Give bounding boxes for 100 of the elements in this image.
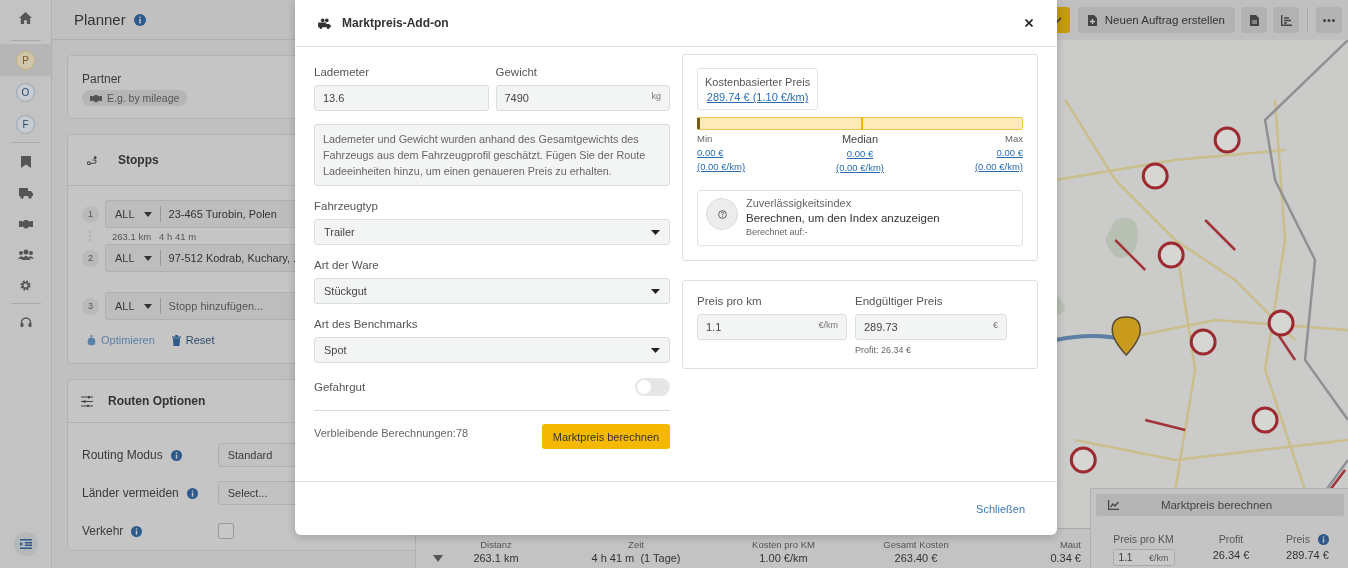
leg-time: 4 h 41 m	[159, 230, 197, 242]
card-title: Routen Optionen	[108, 394, 206, 408]
reliability-message: Berechnen, um den Index anzuzeigen	[746, 212, 940, 224]
stop-number: 1	[82, 205, 99, 223]
home-icon[interactable]	[19, 12, 32, 24]
close-link[interactable]: Schließen	[976, 502, 1025, 515]
reliability-date: Berechnet auf:-	[746, 227, 809, 237]
option-label: Verkehr	[82, 524, 124, 538]
field-label: Lademeter	[314, 66, 370, 78]
stop-number: 2	[82, 249, 99, 267]
range-label: Min	[697, 133, 714, 144]
summary-label: Zeit	[628, 539, 644, 550]
close-icon[interactable]	[1025, 19, 1033, 27]
card-title: Stopps	[118, 153, 159, 167]
weight-field[interactable]: 7490 kg	[495, 85, 670, 111]
dialog-title: Marktpreis-Add-on	[342, 16, 449, 30]
truck-icon	[318, 17, 331, 29]
price-value: 26.34 €	[1212, 549, 1250, 561]
price-input[interactable]: 1.1 €/km	[1112, 549, 1175, 566]
bookmark-icon[interactable]	[20, 156, 31, 168]
indent-icon[interactable]	[19, 539, 32, 549]
more-button[interactable]	[1316, 7, 1342, 33]
calculate-button[interactable]: Marktpreis berechnen	[1096, 494, 1344, 516]
range-per-km-link[interactable]: (0.00 €/km)	[974, 161, 1023, 172]
loading-meter-field[interactable]: 13.6	[314, 85, 489, 111]
summary-label: Distanz	[480, 539, 512, 550]
sliders-icon	[81, 395, 93, 407]
summary-label: Maut	[1059, 539, 1081, 550]
leg-distance: 263.1 km	[112, 230, 152, 242]
range-price-link[interactable]: 0.00 €	[846, 148, 874, 159]
range-label: Max	[1005, 133, 1023, 144]
caret-down-icon	[651, 347, 660, 353]
reset-button[interactable]: Reset	[171, 334, 215, 346]
select-field[interactable]: Stückgut	[314, 278, 670, 304]
cost-price-link[interactable]: 289.74 € (1.10 €/km)	[706, 91, 809, 103]
route-icon	[87, 155, 98, 165]
toggle-switch[interactable]	[635, 378, 670, 396]
price-label: Preis	[1286, 533, 1329, 545]
chart-button[interactable]	[1273, 7, 1299, 33]
caret-down-icon	[651, 288, 660, 294]
remaining-count: Verbleibende Berechnungen:78	[314, 427, 469, 439]
profit-text: Profit: 26.34 €	[855, 345, 913, 355]
line-chart-icon	[1108, 500, 1119, 510]
range-label: Median	[841, 133, 879, 145]
caret-down-icon	[143, 303, 152, 309]
reliability-title: Zuverlässigkeitsindex	[746, 197, 853, 209]
calculate-button[interactable]: Marktpreis berechnen	[542, 424, 670, 449]
partner-chip[interactable]: E.g. by mileage	[82, 90, 188, 106]
final-price-field[interactable]: 289.73 €	[855, 314, 1007, 340]
option-label: Routing Modus	[82, 448, 163, 462]
trash-icon	[171, 334, 181, 346]
profile-tab[interactable]: P	[0, 44, 51, 76]
price-per-km-field[interactable]: 1.1 €/km	[697, 314, 847, 340]
select-field[interactable]: Trailer	[314, 219, 670, 245]
more-icon	[1323, 18, 1335, 22]
document-button[interactable]	[1241, 7, 1267, 33]
info-icon[interactable]	[170, 449, 182, 461]
field-label: Gefahrgut	[314, 381, 366, 393]
range-price-link[interactable]: 0.00 €	[697, 147, 806, 158]
field-label: Art der Ware	[314, 259, 380, 271]
summary-value: 263.1 km	[473, 552, 519, 564]
create-order-button[interactable]: Neuen Auftrag erstellen	[1077, 7, 1235, 33]
question-icon	[717, 209, 727, 219]
price-value: 289.74 €	[1286, 549, 1329, 561]
summary-value: 0.34 €	[1050, 552, 1081, 564]
profile-tab[interactable]: F	[0, 108, 51, 140]
file-plus-icon	[1087, 14, 1097, 26]
caret-down-icon	[143, 255, 152, 261]
option-label: Länder vermeiden	[82, 486, 179, 500]
select-field[interactable]: Spot	[314, 337, 670, 363]
cost-price-title: Kostenbasierter Preis	[705, 76, 811, 88]
summary-value: 263.40 €	[894, 552, 938, 564]
summary-value: 1.00 €/km	[759, 552, 808, 564]
field-label: Endgültiger Preis	[855, 295, 944, 307]
info-icon[interactable]	[131, 525, 143, 537]
stopwatch-icon	[87, 334, 96, 346]
info-icon[interactable]	[186, 487, 198, 499]
headset-icon[interactable]	[19, 317, 32, 329]
users-icon[interactable]	[17, 249, 34, 260]
settings-icon[interactable]	[20, 280, 31, 291]
summary-value: 4 h 41 m (1 Tage)	[591, 552, 681, 564]
profile-tab[interactable]: O	[0, 76, 51, 108]
field-label: Preis pro km	[697, 295, 763, 307]
info-icon[interactable]	[133, 13, 146, 26]
summary-label: Kosten pro KM	[752, 539, 815, 550]
checkbox[interactable]	[218, 523, 235, 539]
caret-down-icon	[651, 229, 660, 235]
caret-down-icon	[143, 211, 152, 217]
field-label: Partner	[82, 72, 122, 86]
field-label: Art des Benchmarks	[314, 318, 419, 330]
info-icon[interactable]	[1317, 533, 1329, 545]
caret-down-icon[interactable]	[433, 555, 443, 562]
range-price-link[interactable]: 0.00 €	[996, 147, 1023, 158]
range-per-km-link[interactable]: (0.00 €/km)	[835, 162, 884, 173]
truck-icon[interactable]	[18, 188, 33, 199]
range-per-km-link[interactable]: (0.00 €/km)	[697, 161, 806, 172]
field-label: Fahrzeugtyp	[314, 200, 379, 212]
page-title: Planner	[74, 11, 126, 28]
document-icon	[1249, 14, 1259, 26]
summary-label: Gesamt Kosten	[883, 539, 949, 550]
